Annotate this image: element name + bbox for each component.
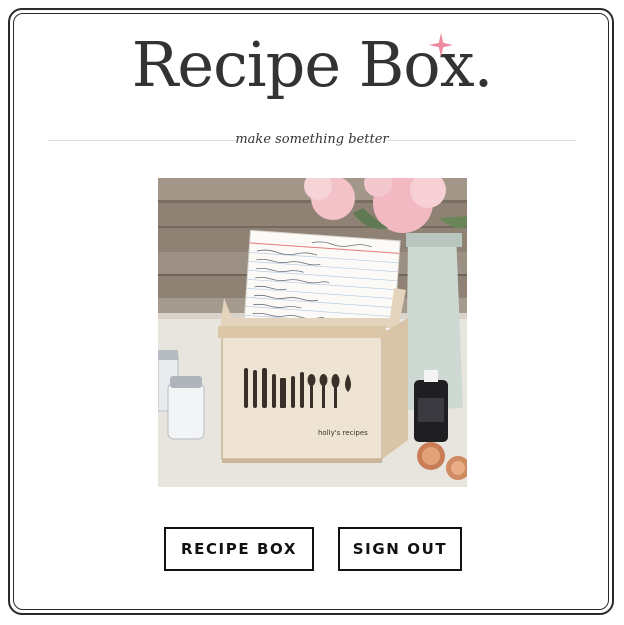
sign-out-button[interactable]: SIGN OUT <box>338 527 462 571</box>
sparkle-star-icon <box>429 33 453 57</box>
app-title: Recipe Box. <box>131 28 494 101</box>
box-brand-label: holly's recipes <box>318 429 368 437</box>
recipe-box-photo: holly's recipes <box>158 178 467 487</box>
divider-right <box>386 140 576 141</box>
tagline-row: make something better <box>48 128 576 152</box>
recipe-box-button[interactable]: RECIPE BOX <box>164 527 314 571</box>
